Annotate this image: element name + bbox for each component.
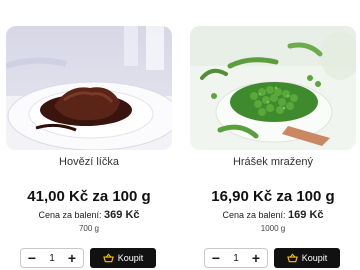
increase-button[interactable]: + [66,249,78,267]
pack-weight: 700 g [78,224,100,233]
pack-weight: 1000 g [260,224,286,233]
pack-price-value: 369 Kč [104,209,140,221]
pack-price-value: 169 Kč [288,209,324,221]
product-image-beef-cheeks[interactable] [6,26,172,150]
product-card[interactable]: Hovězí líčka 41,00 Kč za 100 g Cena za b… [4,0,174,270]
buy-button[interactable]: Koupit [274,248,340,268]
quantity-value[interactable]: 1 [233,253,239,264]
quantity-value[interactable]: 1 [49,253,55,264]
decrease-button[interactable]: − [26,249,38,267]
buy-button-label: Koupit [117,253,144,263]
unit-price: 16,90 Kč za 100 g [211,188,335,205]
pack-price-label: Cena za balení: [38,210,102,220]
quantity-stepper[interactable]: − 1 + [20,248,84,268]
basket-icon [286,253,298,263]
pack-price-label: Cena za balení: [222,210,286,220]
decrease-button[interactable]: − [210,249,222,267]
product-image-frozen-peas[interactable] [190,26,356,150]
product-card[interactable]: Hrášek mražený 16,90 Kč za 100 g Cena za… [188,0,358,270]
increase-button[interactable]: + [250,249,262,267]
product-name[interactable]: Hovězí líčka [4,156,174,168]
pack-price: Cena za balení: 369 Kč [4,209,174,221]
buy-button-label: Koupit [301,253,328,263]
quantity-stepper[interactable]: − 1 + [204,248,268,268]
pack-price: Cena za balení: 169 Kč [188,209,358,221]
product-name[interactable]: Hrášek mražený [188,156,358,168]
unit-price: 41,00 Kč za 100 g [27,188,151,205]
basket-icon [102,253,114,263]
buy-button[interactable]: Koupit [90,248,156,268]
